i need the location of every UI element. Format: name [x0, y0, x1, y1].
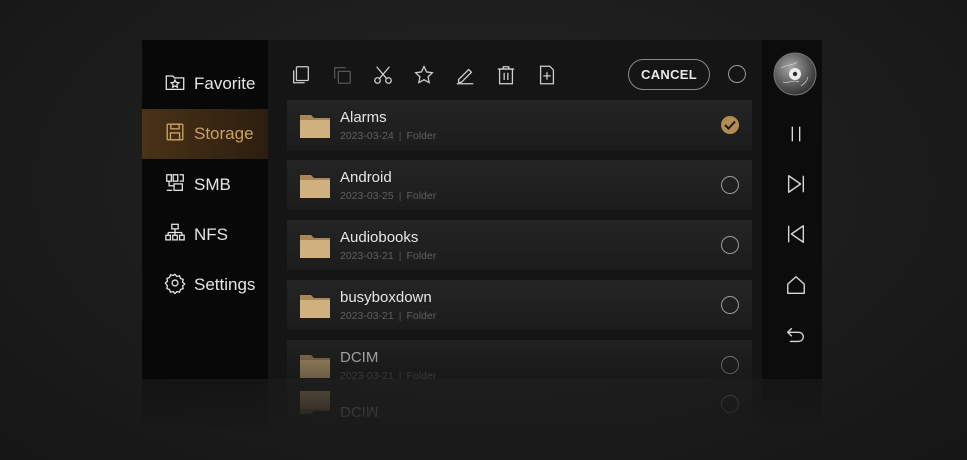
file-meta: 2023-03-21 | Folder	[340, 310, 437, 322]
next-track-icon[interactable]	[785, 173, 807, 195]
playback-controls	[762, 40, 822, 379]
toolbar: CANCEL	[268, 40, 762, 100]
sidebar-item-favorite[interactable]: Favorite	[142, 59, 268, 109]
sidebar-item-nfs[interactable]: NFS	[142, 210, 268, 260]
previous-track-icon[interactable]	[785, 223, 807, 245]
row-checkbox[interactable]	[721, 356, 739, 374]
sidebar-item-label: Storage	[194, 124, 254, 143]
star-icon[interactable]	[413, 64, 435, 86]
list-item[interactable]: Audiobooks 2023-03-21 | Folder	[287, 220, 752, 270]
gear-icon	[164, 272, 186, 299]
sidebar-item-label: Favorite	[194, 74, 256, 93]
nfs-network-icon	[164, 222, 186, 249]
file-browser: CANCEL Alarms 2023-03-24 | Folder Android …	[268, 40, 762, 379]
row-checkbox[interactable]	[721, 176, 739, 194]
row-checkbox[interactable]	[721, 296, 739, 314]
list-item[interactable]: busyboxdown 2023-03-21 | Folder	[287, 280, 752, 330]
player-screen: Favorite Storage SMB NFS Settings CANCEL…	[142, 40, 822, 379]
reflected-folder-icon	[300, 391, 330, 414]
file-name: Android	[340, 169, 392, 186]
sidebar-item-label: NFS	[194, 225, 228, 244]
file-meta: 2023-03-25 | Folder	[340, 190, 437, 202]
list-item[interactable]: Android 2023-03-25 | Folder	[287, 160, 752, 210]
rename-icon[interactable]	[454, 64, 476, 86]
home-icon[interactable]	[785, 274, 807, 296]
sidebar-item-label: SMB	[194, 175, 231, 194]
new-file-icon[interactable]	[536, 64, 558, 86]
cut-icon[interactable]	[372, 64, 394, 86]
folder-icon	[300, 115, 330, 138]
pause-icon[interactable]	[785, 123, 807, 145]
sidebar-item-settings[interactable]: Settings	[142, 260, 268, 310]
sidebar-item-smb[interactable]: SMB	[142, 160, 268, 210]
paste-icon[interactable]	[331, 64, 353, 86]
list-item[interactable]: Alarms 2023-03-24 | Folder	[287, 100, 752, 150]
file-name: DCIM	[340, 349, 379, 366]
sidebar: Favorite Storage SMB NFS Settings	[142, 40, 268, 379]
cancel-button[interactable]: CANCEL	[628, 59, 710, 90]
file-name: Alarms	[340, 109, 387, 126]
file-name: Audiobooks	[340, 229, 419, 246]
folder-icon	[300, 355, 330, 378]
floppy-disk-icon	[164, 121, 186, 148]
reflection-mirror: DCIM	[142, 379, 822, 439]
star-folder-icon	[164, 71, 186, 98]
reflected-file-name: DCIM	[340, 403, 379, 420]
folder-icon	[300, 295, 330, 318]
file-meta: 2023-03-21 | Folder	[340, 250, 437, 262]
row-checkbox-checked[interactable]	[721, 116, 739, 134]
select-all-checkbox[interactable]	[728, 65, 746, 83]
file-meta: 2023-03-24 | Folder	[340, 130, 437, 142]
list-item[interactable]: DCIM 2023-03-21 | Folder	[287, 340, 752, 379]
back-icon[interactable]	[785, 324, 807, 346]
floor-reflection: DCIM	[142, 379, 822, 439]
file-meta: 2023-03-21 | Folder	[340, 370, 437, 379]
checkmark-icon	[724, 120, 736, 130]
copy-icon[interactable]	[290, 64, 312, 86]
folder-icon	[300, 235, 330, 258]
file-name: busyboxdown	[340, 289, 432, 306]
row-checkbox[interactable]	[721, 236, 739, 254]
smb-network-icon	[164, 172, 186, 199]
sidebar-item-label: Settings	[194, 275, 256, 294]
file-list: Alarms 2023-03-24 | Folder Android 2023-03…	[268, 100, 762, 379]
disc-icon[interactable]	[773, 52, 817, 96]
folder-icon	[300, 175, 330, 198]
delete-icon[interactable]	[495, 64, 517, 86]
sidebar-item-storage[interactable]: Storage	[142, 109, 268, 159]
